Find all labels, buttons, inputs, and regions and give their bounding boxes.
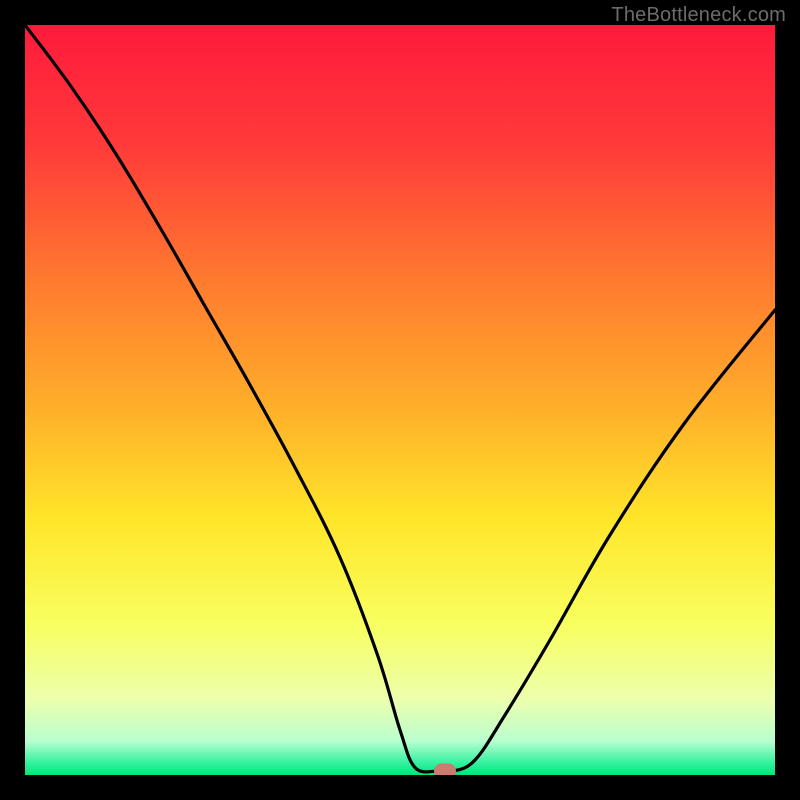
chart-frame: TheBottleneck.com bbox=[0, 0, 800, 800]
gradient-background-svg bbox=[25, 25, 775, 775]
gradient-rect bbox=[25, 25, 775, 775]
attribution-label: TheBottleneck.com bbox=[611, 4, 786, 27]
plot-area bbox=[25, 25, 775, 775]
optimal-marker-icon bbox=[434, 764, 456, 775]
